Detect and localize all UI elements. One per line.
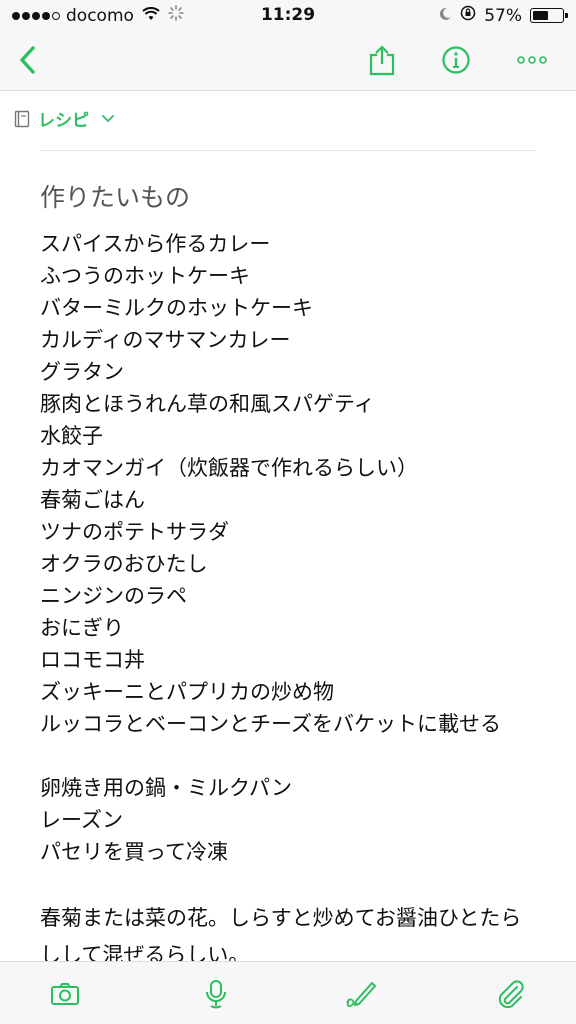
camera-button[interactable]: [43, 972, 87, 1016]
list-item: 卵焼き用の鍋・ミルクパン: [40, 776, 292, 800]
note-list-1: スパイスから作るカレー ふつうのホットケーキ バターミルクのホットケーキ カルデ…: [40, 228, 540, 740]
list-item: ツナのポテトサラダ: [40, 520, 229, 544]
divider: [40, 150, 536, 151]
bottom-toolbar: [0, 961, 576, 1024]
list-item: スパイスから作るカレー: [40, 232, 271, 256]
list-item: ニンジンのラペ: [40, 584, 187, 608]
battery-percent: 57%: [484, 5, 522, 26]
list-item: ロコモコ丼: [40, 648, 145, 672]
chevron-down-icon: [102, 114, 114, 122]
list-item: 春菊ごはん: [40, 488, 145, 512]
back-button[interactable]: [6, 38, 50, 82]
orientation-lock-icon: [460, 5, 476, 26]
note-list-2: 卵焼き用の鍋・ミルクパン レーズン パセリを買って冷凍: [40, 772, 540, 868]
list-item: オクラのおひたし: [40, 552, 208, 576]
info-icon: [442, 46, 470, 74]
navigation-bar: [0, 30, 576, 91]
list-item: カオマンガイ（炊飯器で作れるらしい）: [40, 456, 418, 480]
list-item: カルディのマサマンカレー: [40, 328, 291, 352]
info-button[interactable]: [434, 38, 478, 82]
status-bar: docomo 11:29 57%: [0, 0, 576, 30]
note-body[interactable]: 作りたいもの スパイスから作るカレー ふつうのホットケーキ バターミルクのホット…: [40, 178, 540, 974]
audio-record-button[interactable]: [194, 972, 238, 1016]
list-item: バターミルクのホットケーキ: [40, 296, 313, 320]
notebook-icon: [14, 110, 30, 127]
list-item: レーズン: [40, 808, 123, 832]
attachment-button[interactable]: [488, 972, 532, 1016]
paperclip-icon: [498, 980, 524, 1009]
notebook-name: レシピ: [38, 111, 89, 131]
list-item: 豚肉とほうれん草の和風スパゲティ: [40, 392, 375, 416]
list-item: ルッコラとベーコンとチーズをバケットに載せる: [40, 712, 501, 736]
camera-icon: [51, 983, 79, 1005]
chevron-left-icon: [20, 46, 35, 74]
pen-icon: [346, 982, 376, 1008]
notebook-selector[interactable]: レシピ: [14, 106, 115, 131]
list-item: ズッキーニとパプリカの炒め物: [40, 680, 334, 704]
list-item: ふつうのホットケーキ: [40, 264, 250, 288]
sketch-button[interactable]: [339, 972, 383, 1016]
note-title[interactable]: 作りたいもの: [40, 178, 540, 218]
microphone-icon: [206, 980, 226, 1009]
list-item: 水餃子: [40, 424, 103, 448]
more-icon: [517, 56, 547, 64]
list-item: グラタン: [40, 360, 124, 384]
list-item: おにぎり: [40, 616, 124, 640]
moon-icon: [438, 6, 452, 26]
share-icon: [369, 45, 395, 76]
battery-icon: [530, 8, 568, 23]
share-button[interactable]: [360, 38, 404, 82]
list-item: パセリを買って冷凍: [40, 840, 228, 864]
more-button[interactable]: [510, 38, 554, 82]
